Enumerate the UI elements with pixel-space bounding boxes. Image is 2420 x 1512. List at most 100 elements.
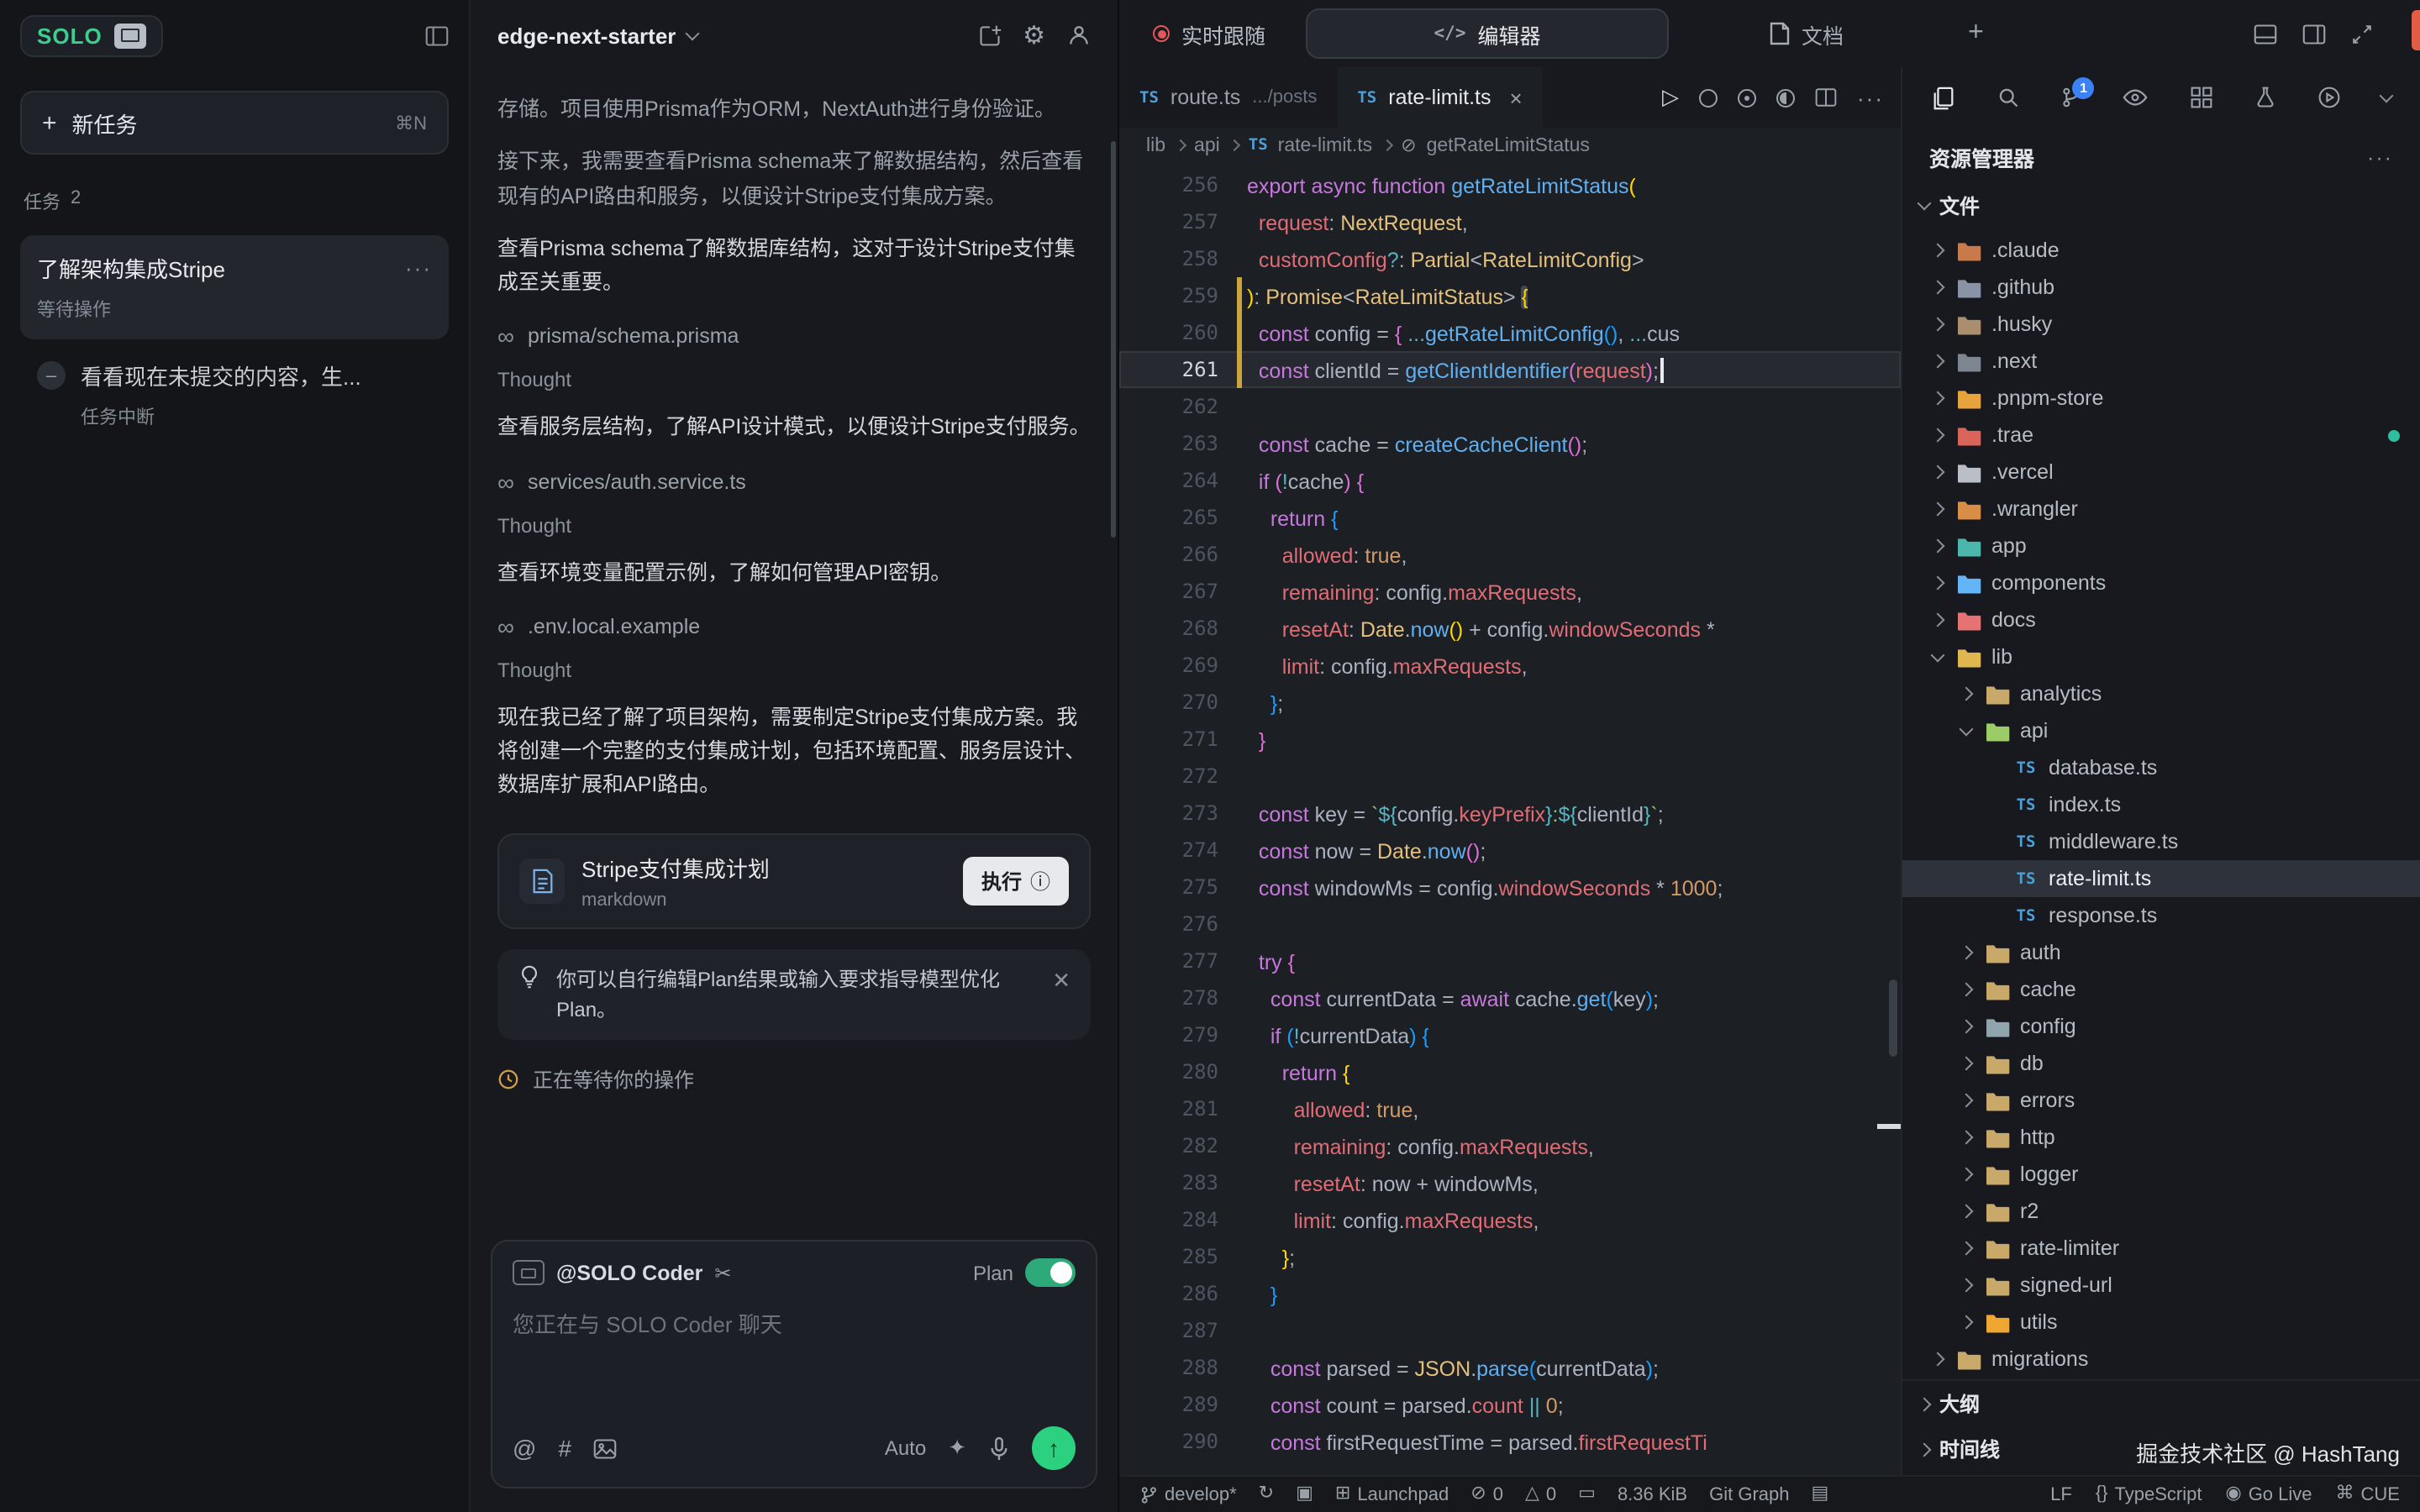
- launchpad-icon[interactable]: ⊞Launchpad: [1335, 1484, 1449, 1504]
- cue-icon[interactable]: ⌘CUE: [2336, 1484, 2400, 1504]
- tree-item[interactable]: .github: [1902, 269, 2420, 306]
- tree-item[interactable]: r2: [1902, 1193, 2420, 1230]
- coverage-icon[interactable]: [1699, 88, 1718, 107]
- plan-toggle[interactable]: [1025, 1258, 1076, 1287]
- tree-item[interactable]: cache: [1902, 971, 2420, 1008]
- sidebar-toggle-icon[interactable]: [425, 24, 449, 46]
- errors-icon[interactable]: ⊘0: [1470, 1484, 1503, 1504]
- run-debug-icon[interactable]: [2317, 86, 2341, 109]
- tree-item[interactable]: .husky: [1902, 306, 2420, 343]
- eye-icon[interactable]: [2123, 87, 2149, 108]
- search-icon[interactable]: [1996, 86, 2020, 109]
- agent-name[interactable]: @SOLO Coder: [556, 1261, 702, 1284]
- tree-item[interactable]: migrations: [1902, 1341, 2420, 1378]
- file-chip[interactable]: ∞.env.local.example: [497, 615, 1091, 638]
- code-line[interactable]: 257 request: NextRequest,: [1119, 203, 1901, 240]
- tree-item[interactable]: docs: [1902, 601, 2420, 638]
- code-line[interactable]: 289 const count = parsed.count || 0;: [1119, 1386, 1901, 1423]
- tree-item[interactable]: .trae: [1902, 417, 2420, 454]
- golive-icon[interactable]: ◉Go Live: [2225, 1484, 2312, 1504]
- tree-item[interactable]: TSmiddleware.ts: [1902, 823, 2420, 860]
- history-icon[interactable]: [1776, 88, 1795, 107]
- breadcrumb-item[interactable]: getRateLimitStatus: [1427, 135, 1590, 155]
- tree-item[interactable]: app: [1902, 528, 2420, 564]
- code-line[interactable]: 266 allowed: true,: [1119, 536, 1901, 573]
- layout-sidebar-right-icon[interactable]: [2302, 23, 2326, 45]
- file-chip[interactable]: ∞services/auth.service.ts: [497, 470, 1091, 493]
- tree-item[interactable]: TSresponse.ts: [1902, 897, 2420, 934]
- code-line[interactable]: 262: [1119, 388, 1901, 425]
- new-task-button[interactable]: + 新任务 ⌘N: [20, 91, 449, 155]
- tree-item[interactable]: .wrangler: [1902, 491, 2420, 528]
- code-line[interactable]: 267 remaining: config.maxRequests,: [1119, 573, 1901, 610]
- tab-live[interactable]: 实时跟随: [1136, 8, 1282, 59]
- code-line[interactable]: 261 const clientId = getClientIdentifier…: [1119, 351, 1901, 388]
- files-icon[interactable]: [1931, 85, 1956, 110]
- extensions-icon[interactable]: [2189, 86, 2212, 109]
- split-editor-icon[interactable]: [1815, 87, 1837, 108]
- code-editor[interactable]: 256export async function getRateLimitSta…: [1119, 163, 1901, 1475]
- tree-item[interactable]: TSrate-limit.ts: [1902, 860, 2420, 897]
- code-line[interactable]: 279 if (!currentData) {: [1119, 1016, 1901, 1053]
- code-line[interactable]: 256export async function getRateLimitSta…: [1119, 166, 1901, 203]
- explorer-more-icon[interactable]: ···: [2367, 145, 2393, 169]
- code-line[interactable]: 272: [1119, 758, 1901, 795]
- code-line[interactable]: 287: [1119, 1312, 1901, 1349]
- tree-item[interactable]: components: [1902, 564, 2420, 601]
- status-8-36-kib[interactable]: 8.36 KiB: [1618, 1484, 1687, 1504]
- tree-item[interactable]: .pnpm-store: [1902, 380, 2420, 417]
- code-line[interactable]: 281 allowed: true,: [1119, 1090, 1901, 1127]
- run-file-icon[interactable]: ▷: [1662, 84, 1679, 111]
- code-line[interactable]: 275 const windowMs = config.windowSecond…: [1119, 869, 1901, 906]
- code-line[interactable]: 283 resetAt: now + windowMs,: [1119, 1164, 1901, 1201]
- workspace-icon[interactable]: ▣: [1296, 1485, 1313, 1504]
- code-line[interactable]: 274 const now = Date.now();: [1119, 832, 1901, 869]
- breadcrumb-item[interactable]: rate-limit.ts: [1278, 135, 1372, 155]
- editor-tab[interactable]: TSroute.ts.../posts: [1119, 67, 1337, 128]
- tree-item[interactable]: utils: [1902, 1304, 2420, 1341]
- status-git-graph[interactable]: Git Graph: [1709, 1484, 1789, 1504]
- editor-tab[interactable]: TSrate-limit.ts×: [1337, 67, 1542, 128]
- tree-item[interactable]: TSindex.ts: [1902, 786, 2420, 823]
- beaker-icon[interactable]: [2253, 86, 2276, 109]
- code-line[interactable]: 280 return {: [1119, 1053, 1901, 1090]
- code-line[interactable]: 264 if (!cache) {: [1119, 462, 1901, 499]
- breadcrumb-item[interactable]: lib: [1146, 135, 1165, 155]
- code-line[interactable]: 278 const currentData = await cache.get(…: [1119, 979, 1901, 1016]
- source-control-icon[interactable]: 1: [2061, 86, 2083, 109]
- attach-image-icon[interactable]: [593, 1437, 617, 1459]
- tree-item[interactable]: analytics: [1902, 675, 2420, 712]
- close-icon[interactable]: ✕: [1052, 963, 1071, 996]
- task-item[interactable]: 了解架构集成Stripe···等待操作: [20, 235, 449, 339]
- code-line[interactable]: 269 limit: config.maxRequests,: [1119, 647, 1901, 684]
- outline-section-header[interactable]: 大纲: [1902, 1381, 2420, 1426]
- code-line[interactable]: 273 const key = `${config.keyPrefix}:${c…: [1119, 795, 1901, 832]
- mention-icon[interactable]: @: [513, 1435, 536, 1462]
- code-line[interactable]: 277 try {: [1119, 942, 1901, 979]
- code-line[interactable]: 263 const cache = createCacheClient();: [1119, 425, 1901, 462]
- tree-item[interactable]: signed-url: [1902, 1267, 2420, 1304]
- layout-panel-icon[interactable]: [2254, 23, 2277, 45]
- sparkle-icon[interactable]: ✦: [948, 1435, 966, 1462]
- account-icon[interactable]: [1067, 24, 1091, 47]
- task-item[interactable]: –看看现在未提交的内容，生...任务中断: [20, 343, 449, 447]
- code-line[interactable]: 268 resetAt: Date.now() + config.windowS…: [1119, 610, 1901, 647]
- code-line[interactable]: 271 }: [1119, 721, 1901, 758]
- tree-item[interactable]: .next: [1902, 343, 2420, 380]
- screencast-icon[interactable]: ▭: [1578, 1485, 1596, 1504]
- breadcrumb-item[interactable]: api: [1194, 135, 1220, 155]
- tree-item[interactable]: api: [1902, 712, 2420, 749]
- plan-card[interactable]: Stripe支付集成计划markdown执行ⓘ: [497, 832, 1091, 928]
- scissors-icon[interactable]: ✂: [714, 1261, 731, 1284]
- status-lf[interactable]: LF: [2050, 1484, 2072, 1504]
- code-line[interactable]: 265 return {: [1119, 499, 1901, 536]
- tree-item[interactable]: TSdatabase.ts: [1902, 749, 2420, 786]
- code-line[interactable]: 260 const config = { ...getRateLimitConf…: [1119, 314, 1901, 351]
- tree-item[interactable]: db: [1902, 1045, 2420, 1082]
- add-view-icon[interactable]: +: [1968, 18, 1984, 49]
- tab-code[interactable]: </>编辑器: [1306, 8, 1669, 59]
- task-menu-icon[interactable]: ···: [405, 255, 432, 281]
- editor-scrollbar[interactable]: [1889, 979, 1897, 1057]
- project-selector[interactable]: edge-next-starter: [497, 23, 676, 48]
- code-line[interactable]: 282 remaining: config.maxRequests,: [1119, 1127, 1901, 1164]
